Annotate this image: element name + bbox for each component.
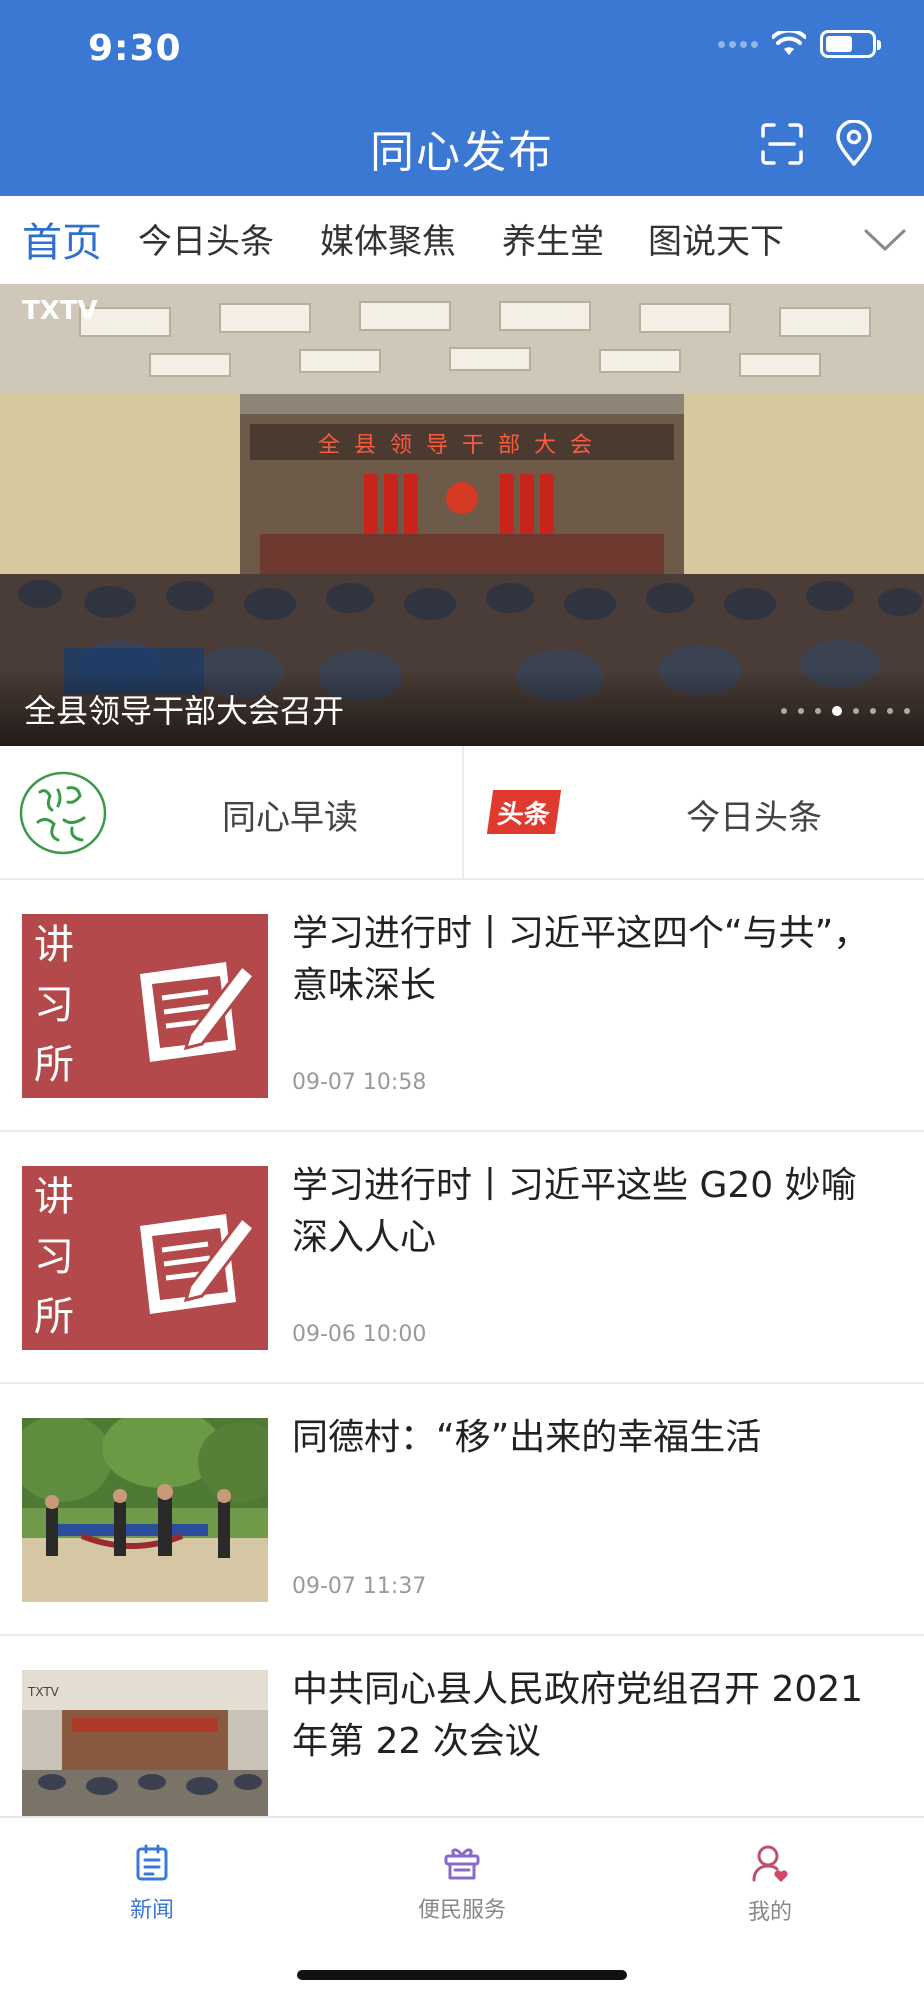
news-title: 学习进行时丨习近平这些 G20 妙喻深入人心	[292, 1165, 857, 1258]
shortcut-label: 同心早读	[222, 798, 358, 838]
carousel-dot[interactable]	[870, 708, 876, 714]
news-item[interactable]: 同德村：“移”出来的幸福生活 09-07 11:37	[0, 1384, 924, 1636]
tab-health[interactable]: 养生堂	[502, 214, 604, 263]
cellular-signal-icon	[718, 40, 758, 48]
banner-stage-text: 全县领导干部大会	[318, 433, 606, 458]
tab-label: 新闻	[129, 1898, 174, 1923]
news-item[interactable]: TXTV 中共同心县人民政府党组召开 2021 年第 22 次会议	[0, 1636, 924, 1816]
carousel-dot[interactable]	[798, 708, 804, 714]
tab-mine[interactable]: 我的	[670, 1832, 870, 1932]
news-thumbnail: TXTV	[22, 1670, 268, 1816]
status-icons	[718, 30, 881, 58]
chevron-down-icon	[864, 229, 906, 251]
tab-news[interactable]: 新闻	[52, 1832, 252, 1932]
gift-icon	[444, 1848, 480, 1880]
banner-caption: 全县领导干部大会召开	[24, 692, 345, 730]
news-thumbnail: 讲 习 所	[22, 914, 268, 1098]
home-indicator	[297, 1970, 627, 1980]
location-pin-icon[interactable]	[832, 120, 876, 168]
news-thumbnail	[22, 1418, 268, 1602]
wifi-icon	[772, 31, 806, 55]
news-time: 09-07 11:37	[292, 1574, 427, 1599]
carousel-dot[interactable]	[815, 708, 821, 714]
shortcut-label: 今日头条	[686, 798, 822, 838]
tab-media-focus[interactable]: 媒体聚焦	[320, 214, 456, 263]
expand-channels-button[interactable]	[846, 196, 924, 284]
svg-text:所: 所	[34, 1042, 74, 1088]
tab-label: 我的	[747, 1900, 792, 1925]
headline-badge-icon: 头条	[486, 790, 562, 834]
shortcut-bar: 同心早读 今日头条 头条	[0, 746, 924, 880]
carousel-indicator	[781, 706, 910, 716]
tab-pictures[interactable]: 图说天下	[648, 214, 784, 263]
carousel-dot[interactable]	[887, 708, 893, 714]
tab-today-headlines[interactable]: 今日头条	[138, 214, 274, 263]
tab-home[interactable]: 首页	[22, 210, 102, 268]
svg-text:习: 习	[34, 982, 74, 1028]
news-time: 09-06 10:00	[292, 1322, 427, 1347]
tongxin-morning-read-icon	[19, 771, 107, 855]
svg-text:讲: 讲	[34, 922, 74, 968]
carousel-dot[interactable]	[904, 708, 910, 714]
tab-label: 便民服务	[417, 1898, 506, 1923]
svg-text:习: 习	[34, 1234, 74, 1280]
status-time: 9:30	[88, 28, 182, 69]
svg-text:讲: 讲	[34, 1174, 74, 1220]
news-list: 讲 习 所 学习进行时丨习近平这四个“与共”，意味深长 09-07 10:58 …	[0, 880, 924, 1816]
tv-logo: TXTV	[22, 296, 98, 326]
news-item[interactable]: 讲 习 所 学习进行时丨习近平这四个“与共”，意味深长 09-07 10:58	[0, 880, 924, 1132]
news-title: 学习进行时丨习近平这四个“与共”，意味深长	[292, 913, 870, 1006]
tab-services[interactable]: 便民服务	[362, 1832, 562, 1932]
svg-text:TXTV: TXTV	[27, 1685, 60, 1699]
news-icon	[136, 1844, 168, 1881]
banner-carousel[interactable]: 全县领导干部大会 TXTV 全县领导干部大会召开	[0, 284, 924, 746]
shortcut-morning-read[interactable]: 同心早读	[0, 746, 462, 878]
channel-tab-bar: 首页 今日头条 媒体聚焦 养生堂 图说天下	[0, 196, 924, 284]
profile-icon	[752, 1845, 788, 1882]
news-title: 同德村：“移”出来的幸福生活	[292, 1417, 762, 1458]
carousel-dot-active[interactable]	[832, 706, 842, 716]
carousel-dot[interactable]	[853, 708, 859, 714]
scan-icon[interactable]	[760, 122, 804, 166]
news-time: 09-07 10:58	[292, 1070, 427, 1095]
carousel-dot[interactable]	[781, 708, 787, 714]
app-header: 9:30 同心发布	[0, 0, 924, 196]
battery-icon	[820, 30, 881, 58]
svg-text:所: 所	[34, 1294, 74, 1340]
news-title: 中共同心县人民政府党组召开 2021 年第 22 次会议	[292, 1669, 864, 1762]
news-item[interactable]: 讲 习 所 学习进行时丨习近平这些 G20 妙喻深入人心 09-06 10:00	[0, 1132, 924, 1384]
news-thumbnail: 讲 习 所	[22, 1166, 268, 1350]
